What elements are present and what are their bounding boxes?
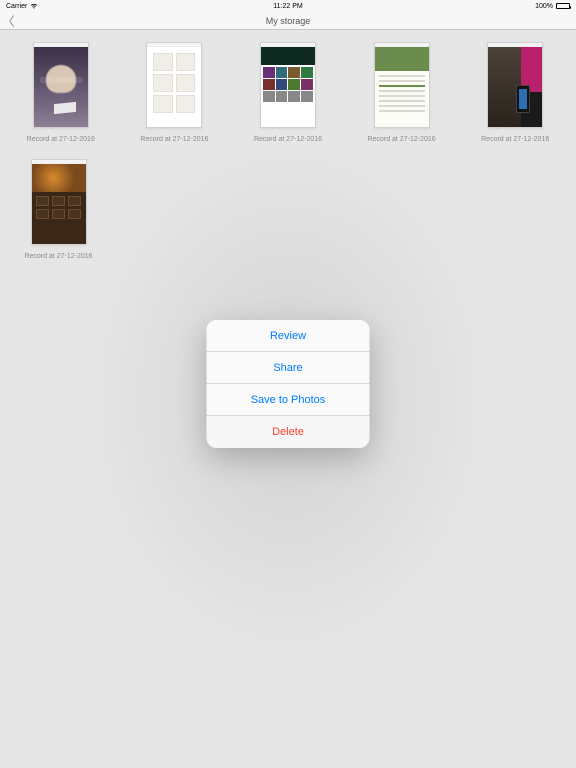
delete-button[interactable]: Delete	[207, 416, 370, 448]
page-title: My storage	[266, 16, 311, 26]
item-caption: Record at 27-12-2016	[481, 136, 549, 143]
thumbnail	[260, 42, 316, 128]
status-time: 11:22 PM	[273, 3, 302, 10]
status-bar: Carrier 11:22 PM 100%	[0, 0, 576, 12]
action-sheet: Review Share Save to Photos Delete	[207, 320, 370, 448]
thumbnail	[374, 42, 430, 128]
review-button[interactable]: Review	[207, 320, 370, 352]
status-left: Carrier	[6, 3, 38, 10]
wifi-icon	[30, 3, 38, 9]
storage-item[interactable]: Record at 27-12-2016	[231, 30, 345, 147]
storage-item[interactable]: Record at 27-12-2016	[458, 30, 572, 147]
storage-item[interactable]: Record at 27-12-2016	[4, 30, 118, 147]
storage-item[interactable]: Record at 27-12-2016	[118, 30, 232, 147]
thumbnail	[31, 159, 87, 245]
carrier-label: Carrier	[6, 3, 27, 10]
item-caption: Record at 27-12-2016	[254, 136, 322, 143]
storage-item[interactable]: Record at 27-12-2016	[4, 147, 113, 264]
battery-percent: 100%	[535, 3, 553, 10]
storage-item[interactable]: Record at 27-12-2016	[345, 30, 459, 147]
thumbnail	[487, 42, 543, 128]
item-caption: Record at 27-12-2016	[27, 136, 95, 143]
thumbnail	[146, 42, 202, 128]
nav-bar: My storage	[0, 12, 576, 30]
storage-grid-row2: Record at 27-12-2016	[0, 147, 576, 264]
save-to-photos-button[interactable]: Save to Photos	[207, 384, 370, 416]
storage-grid: Record at 27-12-2016 Record at 27-12-201…	[0, 30, 576, 147]
status-right: 100%	[535, 3, 570, 10]
share-button[interactable]: Share	[207, 352, 370, 384]
battery-icon	[556, 3, 570, 9]
thumbnail	[33, 42, 89, 128]
item-caption: Record at 27-12-2016	[140, 136, 208, 143]
item-caption: Record at 27-12-2016	[24, 253, 92, 260]
back-chevron-icon[interactable]	[8, 14, 18, 28]
item-caption: Record at 27-12-2016	[368, 136, 436, 143]
